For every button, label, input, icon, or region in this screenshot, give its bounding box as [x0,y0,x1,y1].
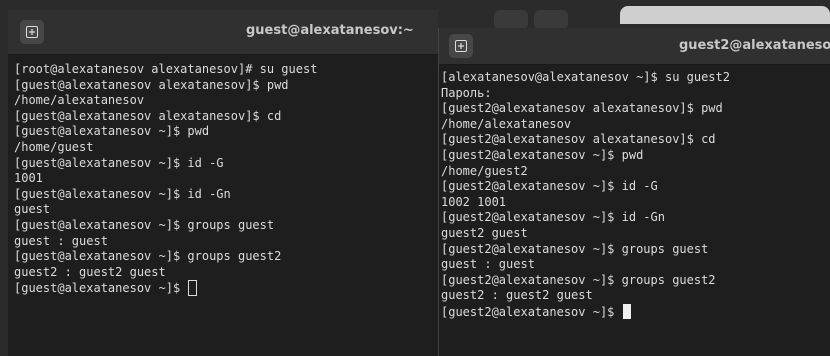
terminal-line: [guest2@alexatanesov ~]$ id -Gn [441,210,665,225]
terminal-line: [guest@alexatanesov alexatanesov]$ cd [14,108,282,123]
terminal-cursor [188,280,198,297]
terminal-window-guest2[interactable]: guest2@alexatanesov:~ [alexatanesov@alex… [438,28,830,356]
terminal-line: [guest@alexatanesov ~]$ groups guest [14,217,275,232]
new-tab-button[interactable] [20,20,44,44]
terminal-line: [guest2@alexatanesov ~]$ id -G [441,179,658,194]
terminal-line: guest2 : guest2 guest [441,288,593,303]
background-window-edge [620,6,830,24]
terminal-line: guest [14,202,51,217]
window-title: guest2@alexatanesov:~ [679,38,830,53]
terminal-line: [guest@alexatanesov ~]$ groups guest2 [14,249,282,264]
terminal-line: 1002 1001 [441,194,507,209]
terminal-line: [guest2@alexatanesov alexatanesov]$ pwd [441,101,723,116]
terminal-line: guest2 guest [441,225,528,240]
terminal-line: /home/alexatanesov [441,116,572,131]
background-window-button [534,10,568,30]
terminal-line: [guest@alexatanesov ~]$ id -Gn [14,186,231,201]
terminal-line: guest2 : guest2 guest [14,264,166,279]
terminal-line: [guest2@alexatanesov alexatanesov]$ cd [441,132,716,147]
terminal-line: [guest@alexatanesov alexatanesov]$ pwd [14,77,289,92]
terminal-output[interactable]: [alexatanesov@alexatanesov ~]$ su guest2… [441,70,730,320]
terminal-line: 1001 [14,171,43,186]
new-tab-icon [455,40,467,52]
window-titlebar[interactable]: guest2@alexatanesov:~ [439,28,830,65]
terminal-line: [guest@alexatanesov ~]$ pwd [14,124,210,139]
terminal-cursor [622,303,631,319]
terminal-line: /home/guest [14,139,94,154]
terminal-window-guest[interactable]: guest@alexatanesov:~ [root@alexatanesov … [8,10,438,356]
terminal-output[interactable]: [root@alexatanesov alexatanesov]# su gue… [14,62,318,297]
background-window-button [494,10,528,30]
terminal-line: guest : guest [14,233,108,248]
new-tab-icon [26,26,38,38]
terminal-line: [guest@alexatanesov ~]$ id -G [14,155,224,170]
new-tab-button[interactable] [449,34,473,58]
terminal-line: /home/alexatanesov [14,93,145,108]
terminal-line: [guest2@alexatanesov ~]$ groups guest [441,241,709,256]
terminal-line: [alexatanesov@alexatanesov ~]$ su guest2 [441,70,730,84]
terminal-line: [guest2@alexatanesov ~]$ pwd [441,147,644,162]
terminal-line: /home/guest2 [441,163,528,178]
terminal-line: [guest@alexatanesov ~]$ [14,280,317,297]
window-titlebar[interactable]: guest@alexatanesov:~ [8,10,438,55]
terminal-line: guest : guest [441,257,535,272]
terminal-line: [root@alexatanesov alexatanesov]# su gue… [14,62,318,76]
terminal-line: [guest2@alexatanesov ~]$ groups guest2 [441,272,716,287]
terminal-line: Пароль: [441,85,492,100]
window-title: guest@alexatanesov:~ [246,23,414,38]
terminal-line: [guest2@alexatanesov ~]$ [441,303,730,320]
